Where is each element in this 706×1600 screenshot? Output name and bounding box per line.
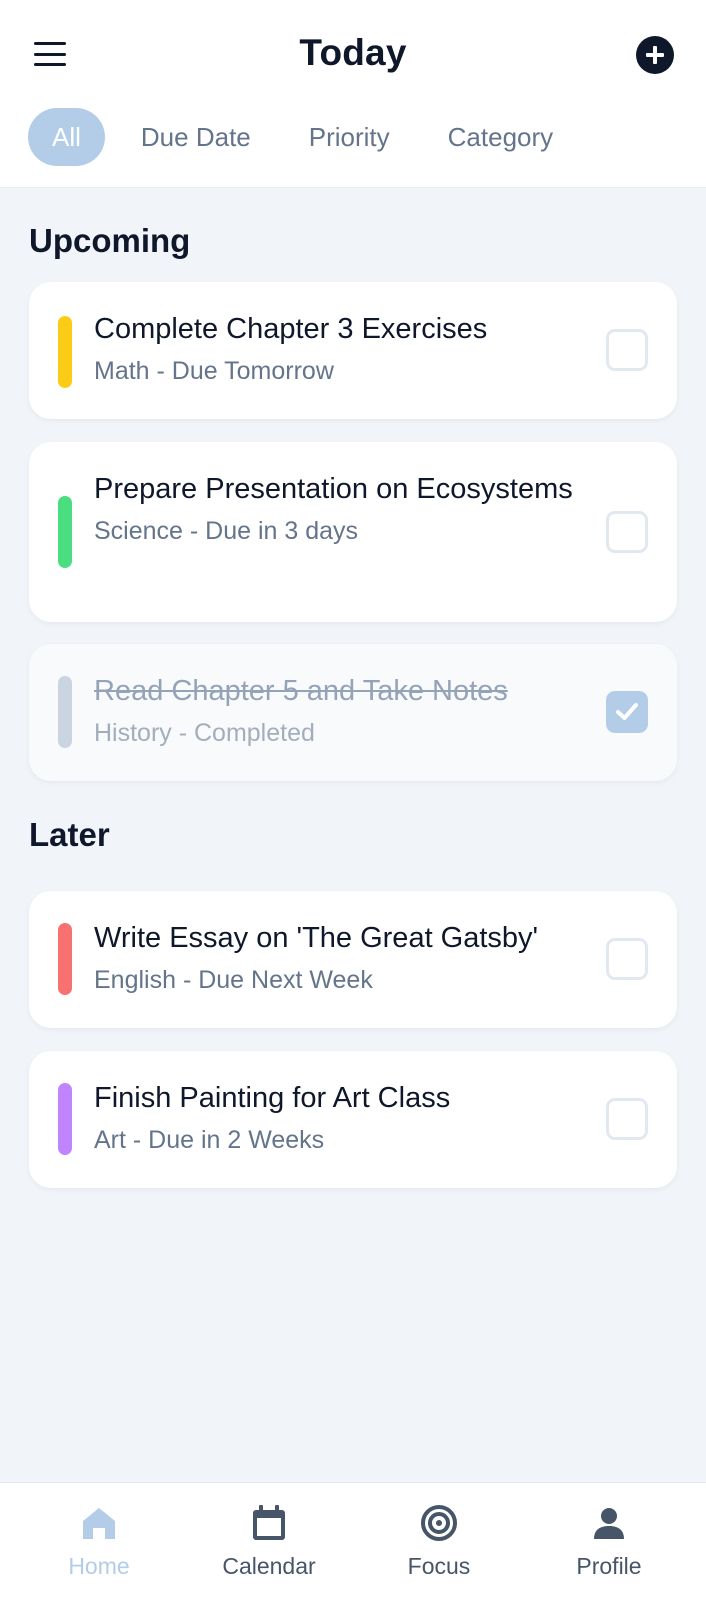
task-checkbox[interactable] — [606, 1098, 648, 1140]
task-subtitle: English - Due Next Week — [94, 966, 373, 994]
task-subtitle: Science - Due in 3 days — [94, 517, 359, 545]
task-checkbox-checked[interactable] — [606, 691, 648, 733]
tab-all[interactable]: All — [28, 108, 105, 166]
tab-category[interactable]: Category — [426, 108, 576, 166]
task-text: Write Essay on 'The Great Gatsby' Englis… — [94, 917, 614, 998]
nav-calendar[interactable]: Calendar — [184, 1483, 354, 1600]
category-color-bar — [58, 316, 72, 388]
task-card[interactable]: Prepare Presentation on Ecosystems Scien… — [29, 442, 677, 622]
nav-label: Profile — [576, 1553, 642, 1579]
task-checkbox[interactable] — [606, 938, 648, 980]
category-color-bar — [58, 496, 72, 568]
nav-profile[interactable]: Profile — [524, 1483, 694, 1600]
nav-label: Focus — [407, 1553, 471, 1579]
calendar-icon — [253, 1505, 285, 1540]
tab-priority[interactable]: Priority — [287, 108, 412, 166]
task-card[interactable]: Complete Chapter 3 Exercises Math - Due … — [29, 282, 677, 419]
task-title: Complete Chapter 3 Exercises — [94, 313, 488, 345]
task-text: Complete Chapter 3 Exercises Math - Due … — [94, 308, 574, 389]
task-subtitle: Math - Due Tomorrow — [94, 357, 334, 385]
checkmark-icon — [616, 703, 638, 720]
section-title-later: Later — [29, 816, 110, 853]
task-title: Read Chapter 5 and Take Notes — [94, 675, 508, 707]
filter-tabs: All Due Date Priority Category — [28, 108, 589, 166]
category-color-bar — [58, 923, 72, 995]
task-checkbox[interactable] — [606, 329, 648, 371]
nav-label: Calendar — [222, 1553, 316, 1579]
page-title: Today — [299, 32, 407, 73]
nav-label: Home — [68, 1553, 130, 1579]
section-title-upcoming: Upcoming — [29, 222, 191, 259]
task-card[interactable]: Write Essay on 'The Great Gatsby' Englis… — [29, 891, 677, 1028]
category-color-bar — [58, 676, 72, 748]
target-icon — [421, 1505, 457, 1541]
task-text: Finish Painting for Art Class Art - Due … — [94, 1077, 574, 1158]
header: Today All Due Date Priority Category — [0, 0, 706, 188]
task-text: Read Chapter 5 and Take Notes History - … — [94, 670, 574, 751]
task-checkbox[interactable] — [606, 511, 648, 553]
task-title: Finish Painting for Art Class — [94, 1082, 451, 1114]
plus-circle-icon[interactable] — [636, 36, 674, 74]
user-icon — [594, 1508, 624, 1539]
nav-home[interactable]: Home — [14, 1483, 184, 1600]
home-icon — [83, 1508, 115, 1539]
app-root: Today All Due Date Priority Category Upc… — [0, 0, 706, 1600]
category-color-bar — [58, 1083, 72, 1155]
bottom-nav: Home Calendar Focus Profile — [0, 1482, 706, 1600]
task-card[interactable]: Finish Painting for Art Class Art - Due … — [29, 1051, 677, 1188]
task-title: Write Essay on 'The Great Gatsby' — [94, 922, 539, 954]
task-text: Prepare Presentation on Ecosystems Scien… — [94, 468, 574, 549]
task-title: Prepare Presentation on Ecosystems — [94, 473, 573, 505]
tab-due-date[interactable]: Due Date — [119, 108, 273, 166]
task-subtitle: Art - Due in 2 Weeks — [94, 1126, 325, 1154]
nav-focus[interactable]: Focus — [354, 1483, 524, 1600]
task-card-completed[interactable]: Read Chapter 5 and Take Notes History - … — [29, 644, 677, 781]
task-subtitle: History - Completed — [94, 719, 315, 747]
